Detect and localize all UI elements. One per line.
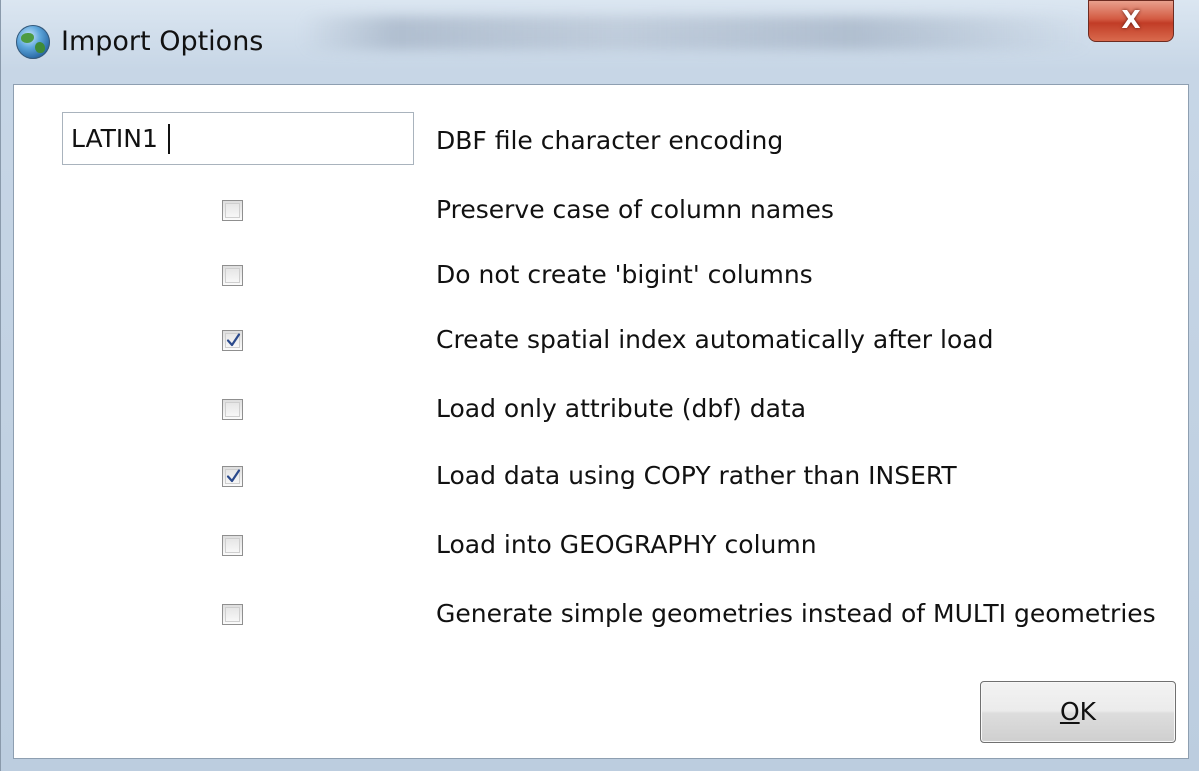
- title-bar[interactable]: Import Options X: [1, 0, 1199, 84]
- label-simple-geometries: Generate simple geometries instead of MU…: [436, 599, 1156, 628]
- label-geography: Load into GEOGRAPHY column: [436, 530, 817, 559]
- checkbox-simple-geometries[interactable]: [222, 604, 243, 625]
- window-title: Import Options: [61, 26, 264, 57]
- ok-mnemonic: O: [1059, 697, 1080, 726]
- text-caret: [168, 124, 170, 154]
- check-mark-icon: [226, 333, 241, 347]
- checkbox-attribute-only[interactable]: [222, 399, 243, 420]
- encoding-input[interactable]: [62, 112, 414, 165]
- label-preserve-case: Preserve case of column names: [436, 195, 834, 224]
- label-no-bigint: Do not create 'bigint' columns: [436, 260, 813, 289]
- checkbox-geography[interactable]: [222, 535, 243, 556]
- check-mark-icon: [226, 469, 241, 483]
- label-attribute-only: Load only attribute (dbf) data: [436, 394, 807, 423]
- checkbox-no-bigint[interactable]: [222, 265, 243, 286]
- dialog-content: DBF file character encoding Preserve cas…: [13, 84, 1189, 759]
- ok-label-rest: K: [1079, 697, 1097, 726]
- checkbox-spatial-index[interactable]: [222, 330, 243, 351]
- checkbox-preserve-case[interactable]: [222, 200, 243, 221]
- label-use-copy: Load data using COPY rather than INSERT: [436, 461, 957, 490]
- background-title-blur: [301, 16, 1091, 50]
- ok-button[interactable]: OK: [980, 681, 1176, 743]
- encoding-label: DBF file character encoding: [436, 126, 784, 155]
- label-spatial-index: Create spatial index automatically after…: [436, 325, 994, 354]
- checkbox-use-copy[interactable]: [222, 466, 243, 487]
- globe-icon: [16, 25, 50, 59]
- import-options-dialog: Import Options X DBF file character enco…: [0, 0, 1199, 771]
- close-button[interactable]: X: [1088, 0, 1174, 42]
